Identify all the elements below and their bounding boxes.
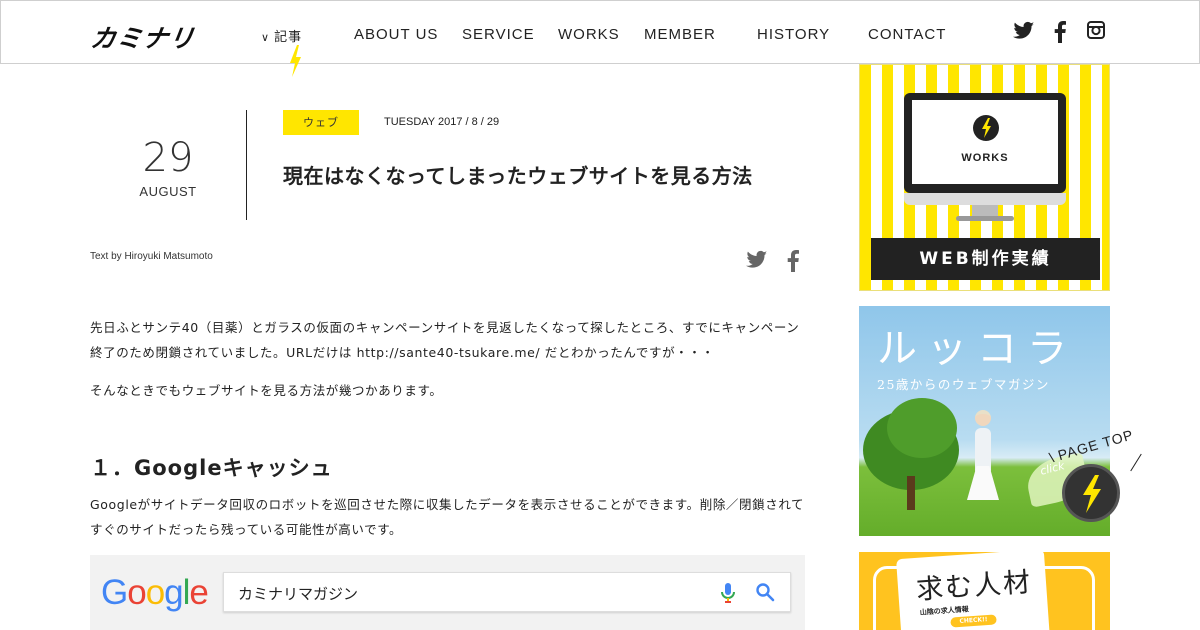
microphone-icon: [721, 583, 735, 603]
nav-item-articles[interactable]: ∨ 記事: [261, 26, 302, 45]
site-logo[interactable]: カミナリ: [88, 19, 197, 55]
share-twitter-icon[interactable]: [746, 250, 768, 274]
google-search-query: カミナリマガジン: [238, 585, 359, 603]
works-banner-title: WEB制作実績: [871, 238, 1100, 280]
share-facebook-icon[interactable]: [787, 250, 799, 276]
works-label: WORKS: [961, 152, 1009, 164]
nav-articles-label: 記事: [274, 30, 303, 45]
article-title: 現在はなくなってしまったウェブサイトを見る方法: [283, 164, 753, 188]
article-month: AUGUST: [139, 184, 197, 199]
nav-item-contact[interactable]: CONTACT: [868, 26, 946, 43]
twitter-icon[interactable]: [1013, 21, 1035, 41]
google-search-box: カミナリマガジン: [223, 572, 791, 612]
google-logo-letter: g: [164, 573, 183, 612]
site-header: カミナリ ∨ 記事 ABOUT US SERVICE WORKS MEMBER H…: [0, 0, 1200, 77]
works-banner-ad[interactable]: WORKS WEB制作実績: [859, 64, 1110, 291]
chevron-down-icon: ∨: [261, 31, 271, 44]
google-logo-letter: G: [101, 573, 128, 612]
nav-item-history[interactable]: HISTORY: [757, 26, 830, 43]
nav-item-about-us[interactable]: ABOUT US: [354, 26, 438, 43]
lightning-bolt-icon: [290, 45, 301, 77]
nav-item-works[interactable]: WORKS: [558, 26, 620, 43]
hiring-check-label: CHECK!!: [950, 614, 997, 628]
google-logo: Google: [101, 573, 209, 613]
ruccola-subtitle: 25歳からのウェブマガジン: [877, 377, 1050, 392]
search-icon: [756, 583, 775, 602]
post-date: TUESDAY 2017 / 8 / 29: [384, 116, 500, 128]
article-paragraph-1: 先日ふとサンテ40（目薬）とガラスの仮面のキャンペーンサイトを見返したくなって探…: [90, 320, 800, 360]
ruccola-title: ルッコラ: [877, 326, 1077, 372]
article-paragraph-2: そんなときでもウェブサイトを見る方法が幾つかあります。: [90, 383, 443, 398]
article-paragraph-3: Googleがサイトデータ回収のロボットを巡回させた際に収集したデータを表示させ…: [90, 497, 805, 537]
hiring-banner-ad[interactable]: 求む人材 山陰の求人情報 CHECK!!: [859, 552, 1110, 630]
hiring-sign: 求む人材 山陰の求人情報 CHECK!!: [896, 552, 1050, 630]
section-heading-google-cache: １．Googleキャッシュ: [90, 456, 333, 480]
article-author: Text by Hiroyuki Matsumoto: [90, 251, 213, 262]
nav-item-service[interactable]: SERVICE: [462, 26, 535, 43]
kaminari-bolt-icon: [1062, 464, 1120, 522]
category-badge[interactable]: ウェブ: [283, 110, 359, 135]
google-logo-letter: o: [145, 573, 165, 612]
kaminari-bolt-logo-icon: [973, 115, 999, 141]
google-logo-letter: e: [189, 573, 208, 612]
monitor-illustration: WORKS: [904, 93, 1066, 193]
page-top-button[interactable]: click PAGE TOP: [1022, 426, 1162, 542]
google-logo-letter: o: [127, 573, 146, 612]
person-illustration: [975, 410, 991, 426]
facebook-icon[interactable]: [1054, 21, 1066, 43]
hiring-subtitle: 山陰の求人情報: [919, 605, 969, 617]
article-date-box: 29 AUGUST: [90, 110, 247, 220]
nav-item-member[interactable]: MEMBER: [644, 26, 716, 43]
google-search-screenshot: Google カミナリマガジン: [90, 555, 805, 630]
article-day: 29: [142, 135, 194, 181]
hiring-title: 求む人材: [915, 566, 1034, 606]
page-top-label: PAGE TOP: [1047, 426, 1135, 465]
instagram-icon[interactable]: [1087, 21, 1105, 39]
